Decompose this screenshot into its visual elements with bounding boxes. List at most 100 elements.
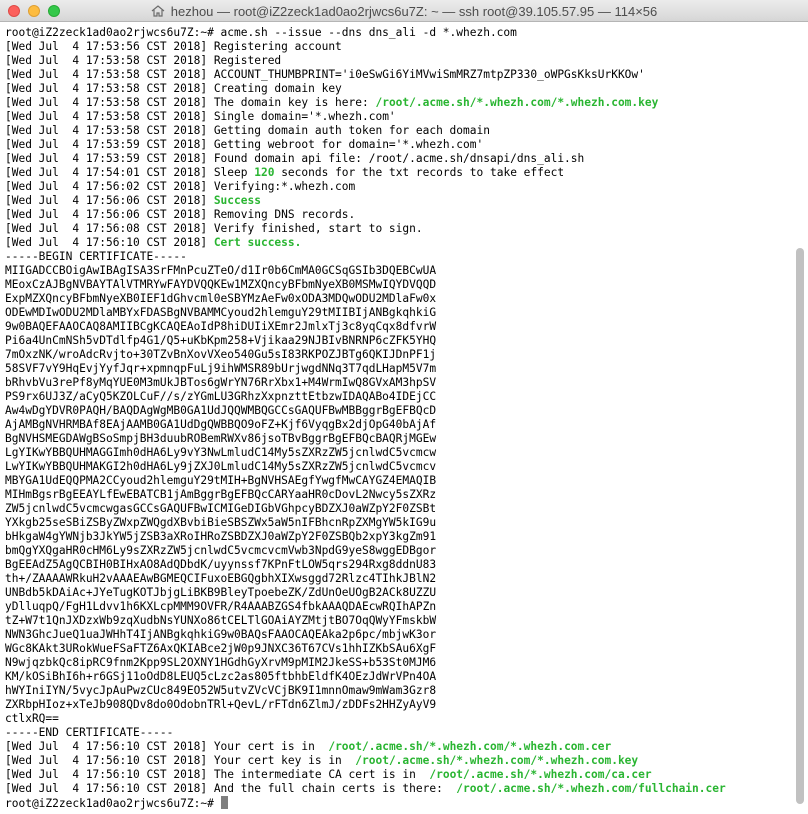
log-line: [Wed Jul 4 17:53:58 CST 2018] Getting do… — [5, 124, 795, 138]
certificate-line: ZXRbpHIoz+xTeJb908QDv8do0OdobnTRl+QevL/r… — [5, 698, 437, 711]
log-timestamp: [Wed Jul 4 17:54:01 CST 2018] — [5, 166, 214, 179]
command-line: root@iZ2zeck1ad0ao2rjwcs6u7Z:~# acme.sh … — [5, 26, 517, 39]
log-line: [Wed Jul 4 17:53:59 CST 2018] Found doma… — [5, 152, 795, 166]
certificate-block: -----BEGIN CERTIFICATE----- MIIGADCCBOigA… — [5, 250, 795, 740]
window-title: hezhou — root@iZ2zeck1ad0ao2rjwcs6u7Z: ~… — [170, 3, 658, 19]
log-message: Verify finished, start to sign. — [213, 222, 423, 235]
certificate-line: BgEEAdZ5AgQCBIH0BIHxAO8AdQDbdK/uyynssf7K… — [5, 558, 437, 571]
window-title-area: hezhou — root@iZ2zeck1ad0ao2rjwcs6u7Z: ~… — [0, 0, 808, 22]
certificate-line: LwYIKwYBBQUHMAKGI2h0dHA6Ly9jZXJ0LmludC14… — [5, 460, 437, 473]
certificate-line: bmQgYXQgaHR0cHM6Ly9sZXRzZW5jcnlwdC5vcmcv… — [5, 544, 437, 557]
terminal-window: hezhou — root@iZ2zeck1ad0ao2rjwcs6u7Z: ~… — [0, 0, 808, 814]
log-timestamp: [Wed Jul 4 17:53:58 CST 2018] — [5, 54, 214, 67]
log-line: [Wed Jul 4 17:56:10 CST 2018] Your cert … — [5, 740, 795, 754]
log-message: Getting webroot for domain='*.whezh.com' — [213, 138, 484, 151]
log-timestamp: [Wed Jul 4 17:56:10 CST 2018] — [5, 768, 214, 781]
log-message: Registering account — [213, 40, 342, 53]
log-message: Creating domain key — [213, 82, 342, 95]
log-highlight: /root/.acme.sh/*.whezh.com/*.whezh.com.k… — [375, 96, 659, 109]
log-line: [Wed Jul 4 17:56:10 CST 2018] Cert succe… — [5, 236, 795, 250]
log-timestamp: [Wed Jul 4 17:53:58 CST 2018] — [5, 82, 214, 95]
log-highlight: Cert success. — [213, 236, 302, 249]
home-icon — [151, 5, 165, 17]
certificate-line: tZ+W7t1QnJXDzxWb9zqXudbNsYUNXo86tCELTlGO… — [5, 614, 437, 627]
certificate-line: UNBdb5kDAiAc+JYeTugKOTJbjgLiBKB9BleyTpoe… — [5, 586, 437, 599]
certificate-line: ODEwMDIwODU2MDlaMBYxFDASBgNVBAMMCyoud2hl… — [5, 306, 437, 319]
log-timestamp: [Wed Jul 4 17:56:10 CST 2018] — [5, 236, 214, 249]
certificate-line: AjAMBgNVHRMBAf8EAjAAMB0GA1UdDgQWBBQO9oFZ… — [5, 418, 437, 431]
terminal-output[interactable]: root@iZ2zeck1ad0ao2rjwcs6u7Z:~# acme.sh … — [5, 26, 795, 812]
log-message: Removing DNS records. — [213, 208, 356, 221]
log-message: Sleep — [213, 166, 255, 179]
certificate-line: NWN3GhcJueQ1uaJWHhT4IjANBgkqhkiG9w0BAQsF… — [5, 628, 437, 641]
log-highlight: /root/.acme.sh/*.whezh.com/*.whezh.com.c… — [328, 740, 612, 753]
certificate-line: MIIGADCCBOigAwIBAgISA3SrFMnPcuZTeO/d1Ir0… — [5, 264, 437, 277]
log-line: [Wed Jul 4 17:53:59 CST 2018] Getting we… — [5, 138, 795, 152]
log-timestamp: [Wed Jul 4 17:53:58 CST 2018] — [5, 96, 214, 109]
log-message: The domain key is here: — [213, 96, 376, 109]
log-message: Getting domain auth token for each domai… — [213, 124, 490, 137]
log-timestamp: [Wed Jul 4 17:53:58 CST 2018] — [5, 124, 214, 137]
log-message: Found domain api file: /root/.acme.sh/dn… — [213, 152, 585, 165]
final-prompt: root@iZ2zeck1ad0ao2rjwcs6u7Z:~# — [5, 797, 221, 810]
certificate-line: N9wjqzbkQc8ipRC9fnm2Kpp9SL2OXNY1HGdhGyXr… — [5, 656, 437, 669]
certificate-line: ctlxRQ== — [5, 712, 59, 725]
certificate-line: bHkgaW4gYWNjb3JkYW5jZSB3aXRoIHRoZSBDZXJ0… — [5, 530, 437, 543]
log-line: [Wed Jul 4 17:56:02 CST 2018] Verifying:… — [5, 180, 795, 194]
log-line: [Wed Jul 4 17:56:08 CST 2018] Verify fin… — [5, 222, 795, 236]
log-timestamp: [Wed Jul 4 17:53:58 CST 2018] — [5, 68, 214, 81]
certificate-line: -----END CERTIFICATE----- — [5, 726, 174, 739]
log-line: [Wed Jul 4 17:56:06 CST 2018] Removing D… — [5, 208, 795, 222]
certificate-line: BgNVHSMEGDAWgBSoSmpjBH3duubROBemRWXv86js… — [5, 432, 437, 445]
certificate-line: th+/ZAAAAWRkuH2vAAAEAwBGMEQCIFuxoEBGQgbh… — [5, 572, 437, 585]
log-timestamp: [Wed Jul 4 17:53:59 CST 2018] — [5, 152, 214, 165]
certificate-line: LgYIKwYBBQUHMAGGImh0dHA6Ly9vY3NwLmludC14… — [5, 446, 437, 459]
log-block-cert-paths: [Wed Jul 4 17:56:10 CST 2018] Your cert … — [5, 740, 795, 796]
log-message: seconds for the txt records to take effe… — [274, 166, 565, 179]
certificate-line: KM/kOSiBhI6h+r6GSj11oOdD8LEUQ5cLzc2as805… — [5, 670, 437, 683]
log-line: [Wed Jul 4 17:56:10 CST 2018] Your cert … — [5, 754, 795, 768]
log-timestamp: [Wed Jul 4 17:53:59 CST 2018] — [5, 138, 214, 151]
log-line-sleep: [Wed Jul 4 17:54:01 CST 2018] Sleep 120 … — [5, 166, 795, 180]
log-line: [Wed Jul 4 17:53:58 CST 2018] ACCOUNT_TH… — [5, 68, 795, 82]
certificate-line: MBYGA1UdEQQPMA2CCyoud2hlemguY29tMIH+BgNV… — [5, 474, 437, 487]
log-timestamp: [Wed Jul 4 17:56:10 CST 2018] — [5, 782, 214, 795]
log-highlight: /root/.acme.sh/*.whezh.com/*.whezh.com.k… — [355, 754, 639, 767]
certificate-line: WGc8KAkt3URokWueFSaFTZ6AxQKIABce2jW0p9JN… — [5, 642, 437, 655]
log-timestamp: [Wed Jul 4 17:56:02 CST 2018] — [5, 180, 214, 193]
log-timestamp: [Wed Jul 4 17:56:08 CST 2018] — [5, 222, 214, 235]
certificate-line: Aw4wDgYDVR0PAQH/BAQDAgWgMB0GA1UdJQQWMBQG… — [5, 404, 437, 417]
log-message: Your cert is in — [213, 740, 329, 753]
certificate-line: MEoxCzAJBgNVBAYTAlVTMRYwFAYDVQQKEw1MZXQn… — [5, 278, 437, 291]
log-message: The intermediate CA cert is in — [213, 768, 430, 781]
log-line: [Wed Jul 4 17:53:58 CST 2018] Creating d… — [5, 82, 795, 96]
log-timestamp: [Wed Jul 4 17:56:10 CST 2018] — [5, 740, 214, 753]
final-prompt-line: root@iZ2zeck1ad0ao2rjwcs6u7Z:~# — [5, 796, 795, 810]
log-line: [Wed Jul 4 17:53:58 CST 2018] Registered — [5, 54, 795, 68]
certificate-line: YXkgb25seSBiZSByZWxpZWQgdXBvbiBieSBSZWx5… — [5, 516, 437, 529]
log-message: Verifying:*.whezh.com — [213, 180, 356, 193]
certificate-line: ExpMZXQncyBFbmNyeXB0IEF1dGhvcml0eSBYMzAe… — [5, 292, 437, 305]
log-line: [Wed Jul 4 17:56:10 CST 2018] And the fu… — [5, 782, 795, 796]
log-highlight: Success — [213, 194, 261, 207]
title-bar[interactable]: hezhou — root@iZ2zeck1ad0ao2rjwcs6u7Z: ~… — [0, 0, 808, 22]
certificate-line: 9w0BAQEFAAOCAQ8AMIIBCgKCAQEAoIdP8hiDUIiX… — [5, 320, 437, 333]
certificate-line: bRhvbVu3rePf8yMqYUE0M3mUkJBTos6gWrYN76Rr… — [5, 376, 437, 389]
log-line: [Wed Jul 4 17:56:06 CST 2018] Success — [5, 194, 795, 208]
certificate-line: PS9rx6UJ3Z/aCyQ5KZOLCuF//s/zYGmLU3GRhzXx… — [5, 390, 437, 403]
log-line: [Wed Jul 4 17:56:10 CST 2018] The interm… — [5, 768, 795, 782]
certificate-line: MIHmBgsrBgEEAYLfEwEBATCB1jAmBggrBgEFBQcC… — [5, 488, 437, 501]
log-block-registration: [Wed Jul 4 17:53:56 CST 2018] Registerin… — [5, 40, 795, 166]
certificate-line: 58SVF7vY9HqEvjYyfJqr+xpmnqpFuLj9ihWMSR89… — [5, 362, 437, 375]
log-highlight: /root/.acme.sh/*.whezh.com/fullchain.cer — [456, 782, 726, 795]
certificate-line: Pi6a4UnCmNSh5vDTdlfp4G1/Q5+uKbKpm258+Vji… — [5, 334, 437, 347]
log-message: ACCOUNT_THUMBPRINT='i0eSwGi6YiMVwiSmMRZ7… — [213, 68, 645, 81]
log-timestamp: [Wed Jul 4 17:56:10 CST 2018] — [5, 754, 214, 767]
certificate-line: hWYIniIYN/5vycJpAuPwzCUc849EO52W5utvZVcV… — [5, 684, 437, 697]
certificate-line: -----BEGIN CERTIFICATE----- — [5, 250, 187, 263]
log-timestamp: [Wed Jul 4 17:53:58 CST 2018] — [5, 110, 214, 123]
certificate-line: yDlluqpQ/FgH1Ldvv1h6KXLcpMMM9OVFR/R4AAAB… — [5, 600, 437, 613]
vertical-scrollbar[interactable] — [796, 248, 804, 804]
log-timestamp: [Wed Jul 4 17:53:56 CST 2018] — [5, 40, 214, 53]
log-message: Your cert key is in — [213, 754, 356, 767]
